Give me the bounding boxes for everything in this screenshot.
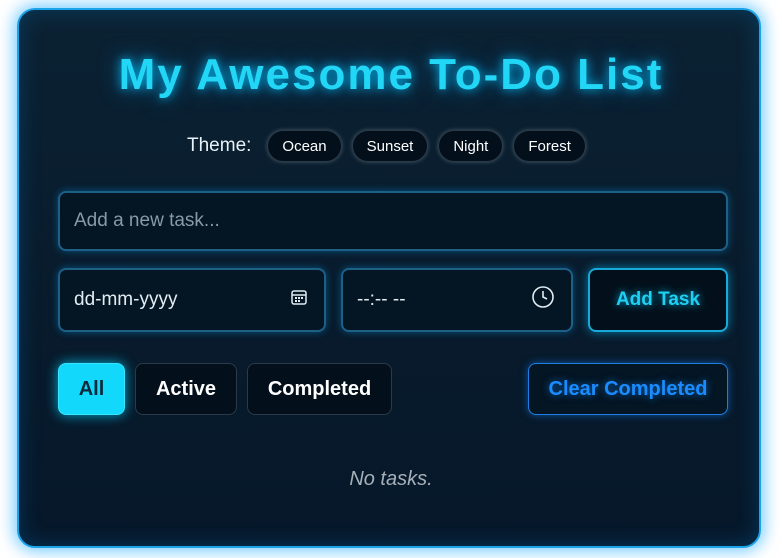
todo-card: My Awesome To-Do List Theme: Ocean Sunse… (17, 8, 761, 548)
theme-ocean-button[interactable]: Ocean (267, 130, 342, 162)
add-task-button[interactable]: Add Task (588, 268, 728, 332)
page-title: My Awesome To-Do List (118, 50, 664, 99)
filter-completed-button[interactable]: Completed (247, 363, 392, 415)
theme-sunset-button[interactable]: Sunset (351, 130, 429, 162)
time-input[interactable]: --:-- -- (341, 268, 573, 332)
filter-all-button[interactable]: All (58, 363, 125, 415)
theme-label: Theme: (187, 135, 252, 156)
calendar-icon[interactable] (290, 288, 308, 312)
theme-selector: Theme: Ocean Sunset Night Forest (187, 128, 586, 164)
date-input[interactable]: dd-mm-yyyy (58, 268, 326, 332)
theme-night-button[interactable]: Night (438, 130, 504, 162)
clear-completed-button[interactable]: Clear Completed (528, 363, 728, 415)
task-input-placeholder: Add a new task... (74, 210, 220, 231)
date-input-placeholder: dd-mm-yyyy (74, 289, 178, 310)
empty-task-message: No tasks. (349, 468, 433, 490)
clock-icon[interactable] (531, 285, 555, 315)
theme-forest-button[interactable]: Forest (513, 130, 586, 162)
time-input-placeholder: --:-- -- (357, 289, 406, 310)
filter-active-button[interactable]: Active (135, 363, 237, 415)
task-input[interactable]: Add a new task... (58, 191, 728, 251)
